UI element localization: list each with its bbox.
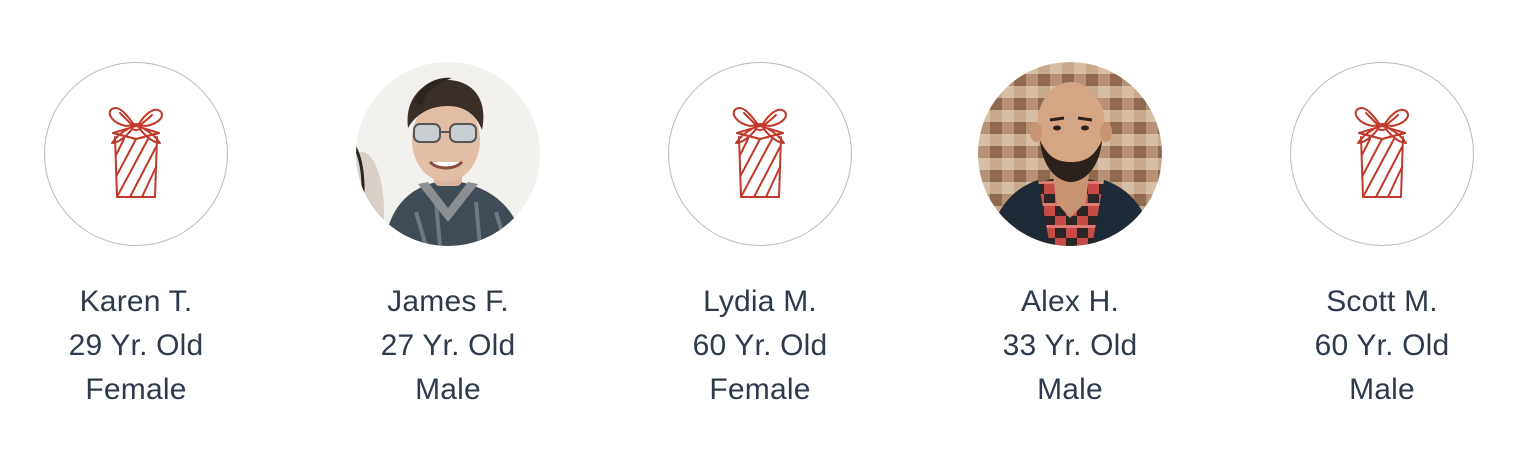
profile-card-james[interactable]: James F. 27 Yr. Old Male [328, 62, 568, 412]
profile-gender: Male [1349, 373, 1415, 406]
profile-name: Lydia M. [703, 285, 817, 318]
profile-name: Karen T. [79, 285, 193, 318]
profile-name: Alex H. [1020, 285, 1120, 318]
profile-card-karen[interactable]: Karen T. 29 Yr. Old Female [16, 62, 256, 412]
profile-age: 60 Yr. Old [1314, 329, 1450, 362]
profile-card-scott[interactable]: Scott M. 60 Yr. Old Male [1262, 62, 1502, 412]
profile-card-lydia[interactable]: Lydia M. 60 Yr. Old Female [640, 62, 880, 412]
profile-list: Karen T. 29 Yr. Old Female James F. 27 Y… [0, 0, 1528, 468]
profile-info: James F. 27 Yr. Old Male [328, 280, 568, 412]
profile-gender: Female [709, 373, 811, 406]
profile-gender: Female [85, 373, 187, 406]
gift-icon [108, 107, 164, 198]
profile-info: Scott M. 60 Yr. Old Male [1262, 280, 1502, 412]
user-photo-james [356, 62, 540, 246]
profile-card-alex[interactable]: Alex H. 33 Yr. Old Male [950, 62, 1190, 412]
profile-gender: Male [415, 373, 481, 406]
gift-icon [1354, 107, 1410, 198]
profile-name: James F. [387, 285, 509, 318]
avatar-placeholder [44, 62, 228, 246]
profile-name: Scott M. [1326, 285, 1438, 318]
user-photo-alex [978, 62, 1162, 246]
profile-age: 60 Yr. Old [692, 329, 828, 362]
profile-info: Alex H. 33 Yr. Old Male [950, 280, 1190, 412]
profile-age: 33 Yr. Old [1002, 329, 1138, 362]
profile-gender: Male [1037, 373, 1103, 406]
profile-age: 29 Yr. Old [68, 329, 204, 362]
avatar-photo [356, 62, 540, 246]
profile-info: Lydia M. 60 Yr. Old Female [640, 280, 880, 412]
avatar-placeholder [668, 62, 852, 246]
gift-icon [732, 107, 788, 198]
profile-age: 27 Yr. Old [380, 329, 516, 362]
avatar-photo [978, 62, 1162, 246]
profile-info: Karen T. 29 Yr. Old Female [16, 280, 256, 412]
avatar-placeholder [1290, 62, 1474, 246]
